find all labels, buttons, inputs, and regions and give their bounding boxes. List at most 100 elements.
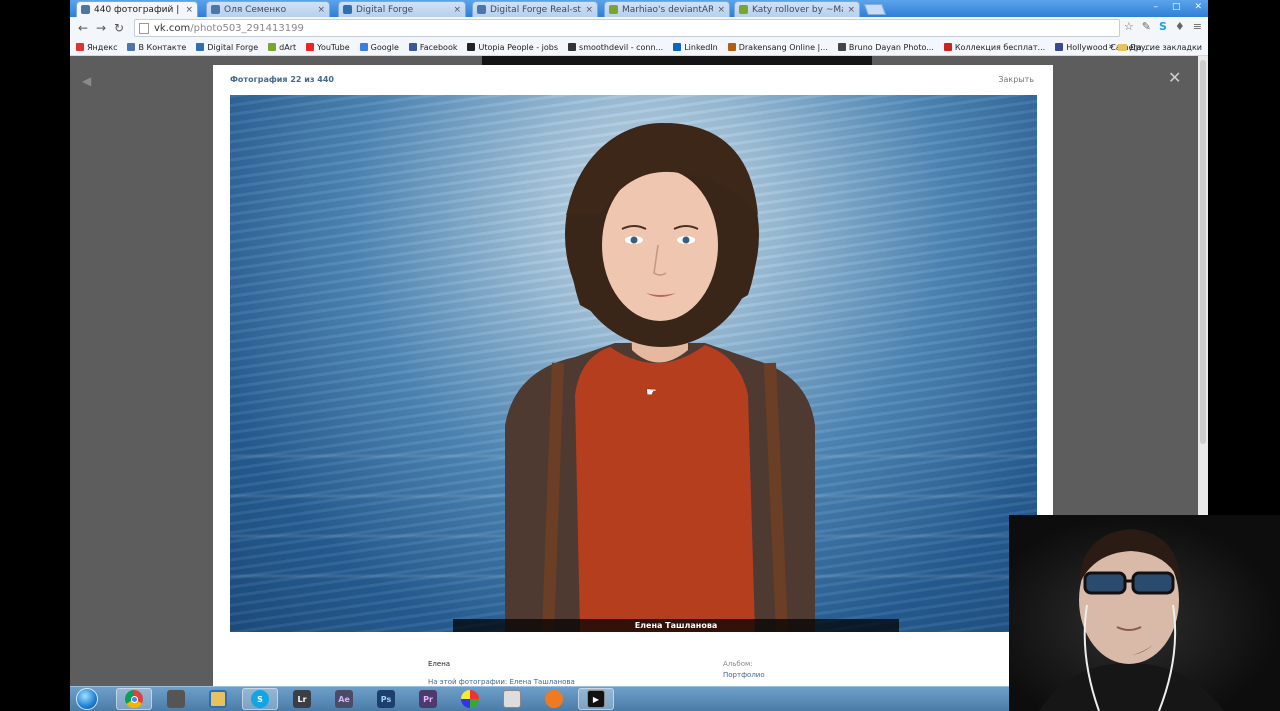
bookmark-yandex[interactable]: Яндекс <box>76 43 117 52</box>
other-bookmarks-folder[interactable]: Другие закладки <box>1117 43 1203 52</box>
maximize-button[interactable]: □ <box>1172 0 1181 14</box>
bookmark-smoothdevil[interactable]: smoothdevil - conn... <box>568 43 663 52</box>
background-photo-strip <box>482 56 872 65</box>
smoothdevil-icon <box>568 43 577 51</box>
taskbar-media-player[interactable]: ▶ <box>578 688 614 710</box>
google-icon <box>359 43 368 51</box>
tab-olya[interactable]: Оля Семенко × <box>206 1 330 17</box>
bookmark-star-icon[interactable]: ☆ <box>1124 20 1134 33</box>
bookmark-dart[interactable]: dArt <box>268 43 296 52</box>
picasa-icon <box>461 690 479 708</box>
portrait-photo[interactable]: ☛ Елена Ташланова <box>230 95 1037 632</box>
start-button[interactable] <box>76 688 98 710</box>
bookmark-label: Google <box>370 42 399 52</box>
folder-explorer-icon <box>209 690 227 708</box>
bookmark-vkontakte[interactable]: В Контакте <box>127 43 186 52</box>
tab-deviantart-gallery[interactable]: Marhiao's deviantART Ga × <box>604 1 730 17</box>
bookmark-label: Bruno Dayan Photo... <box>848 42 934 52</box>
bookmark-collection[interactable]: Коллекция бесплат... <box>943 43 1045 52</box>
tab-close-icon[interactable]: × <box>585 5 593 15</box>
extension-pen-icon[interactable]: ✎ <box>1142 20 1151 33</box>
bookmark-digital-forge[interactable]: Digital Forge <box>196 43 258 52</box>
address-bar[interactable]: vk.com/photo503_291413199 <box>134 19 1120 37</box>
taskbar-premiere[interactable]: Pr <box>410 688 446 710</box>
previous-photo-arrow-icon[interactable]: ◀ <box>82 74 91 88</box>
skype-extension-icon[interactable]: S <box>1159 20 1167 33</box>
taskbar-photoshop[interactable]: Ps <box>368 688 404 710</box>
digital-forge-favicon-icon <box>343 5 352 14</box>
taskbar-calendar[interactable] <box>494 688 530 710</box>
browser-toolbar: ← → ↻ vk.com/photo503_291413199 ☆ ✎ S ♦ … <box>70 17 1208 39</box>
bookmark-linkedin[interactable]: LinkedIn <box>673 43 718 52</box>
scrollbar-thumb[interactable] <box>1200 60 1206 444</box>
after-effects-icon: Ae <box>335 690 353 708</box>
tagged-people[interactable]: На этой фотографии: Елена Ташланова <box>428 678 575 686</box>
album-label: Альбом: <box>723 660 753 668</box>
taskbar-origin[interactable] <box>536 688 572 710</box>
taskbar-chrome[interactable] <box>116 688 152 710</box>
window-controls: – □ ✕ <box>1153 0 1202 14</box>
minimize-button[interactable]: – <box>1153 0 1158 14</box>
url-path: /photo503_291413199 <box>190 22 304 34</box>
new-tab-button[interactable] <box>863 4 887 15</box>
bookmark-utopia[interactable]: Utopia People - jobs <box>467 43 558 52</box>
bookmark-bruno-dayan[interactable]: Bruno Dayan Photo... <box>837 42 934 52</box>
taskbar-after-effects[interactable]: Ae <box>326 688 362 710</box>
bookmark-label: Drakensang Online |... <box>738 42 828 52</box>
digital-forge-icon <box>196 43 205 51</box>
bookmark-label: YouTube <box>317 42 350 52</box>
bookmarks-overflow-chevron-icon[interactable]: » <box>1108 42 1114 52</box>
vk-favicon-icon <box>477 5 486 14</box>
chrome-menu-icon[interactable]: ≡ <box>1193 20 1202 33</box>
tab-title: Оля Семенко <box>224 4 287 15</box>
tab-close-icon[interactable]: × <box>185 5 193 15</box>
lightroom-icon: Lr <box>293 690 311 708</box>
tab-close-icon[interactable]: × <box>717 5 725 15</box>
tab-vk-photos[interactable]: 440 фотографий | Портф × <box>76 1 198 17</box>
skype-icon: S <box>251 690 269 708</box>
tab-digital-forge[interactable]: Digital Forge × <box>338 1 466 17</box>
tab-katy-rollover[interactable]: Katy rollover by ~Marhiao × <box>734 1 860 17</box>
photoshop-icon: Ps <box>377 690 395 708</box>
close-window-button[interactable]: ✕ <box>1194 0 1202 14</box>
deviantart-favicon-icon <box>609 5 618 14</box>
tab-close-icon[interactable]: × <box>453 5 461 15</box>
folder-icon <box>1117 44 1127 51</box>
close-viewer-icon[interactable]: ✕ <box>1168 70 1181 86</box>
forward-button[interactable]: → <box>92 21 110 35</box>
taskbar-picasa[interactable] <box>452 688 488 710</box>
collection-icon <box>943 43 952 51</box>
taskbar-game[interactable] <box>158 688 194 710</box>
bookmark-google[interactable]: Google <box>359 42 399 52</box>
bookmark-drakensang[interactable]: Drakensang Online |... <box>727 42 828 52</box>
bookmark-facebook[interactable]: Facebook <box>408 43 457 52</box>
back-button[interactable]: ← <box>74 21 92 35</box>
taskbar-skype[interactable]: S <box>242 688 278 710</box>
bookmarks-bar: Яндекс В Контакте Digital Forge dArt You… <box>70 39 1208 56</box>
vk-icon <box>127 43 136 51</box>
bookmark-youtube[interactable]: YouTube <box>306 43 350 52</box>
bd-icon <box>837 43 846 51</box>
hand-cursor-icon: ☛ <box>646 385 657 399</box>
taskbar-lightroom[interactable]: Lr <box>284 688 320 710</box>
utopia-icon <box>467 43 476 51</box>
taskbar-explorer[interactable] <box>200 688 236 710</box>
bookmark-label: dArt <box>279 42 297 52</box>
reload-button[interactable]: ↻ <box>110 21 128 35</box>
tab-title: 440 фотографий | Портф <box>94 4 181 15</box>
album-link[interactable]: Портфолио <box>723 671 765 679</box>
media-player-icon: ▶ <box>587 690 605 708</box>
url-host: vk.com <box>154 22 191 34</box>
tab-close-icon[interactable]: × <box>317 5 325 15</box>
deviantart-icon <box>268 43 277 51</box>
photo-counter: Фотография 22 из 440 <box>230 75 334 84</box>
extension-diamond-icon[interactable]: ♦ <box>1175 20 1185 33</box>
tab-title: Digital Forge Real-stream <box>490 4 581 15</box>
tab-title: Marhiao's deviantART Ga <box>622 4 714 15</box>
photo-caption: Елена Ташланова <box>453 619 899 632</box>
other-bookmarks-label: Другие закладки <box>1129 43 1203 52</box>
close-link[interactable]: Закрыть <box>998 75 1034 84</box>
tab-digital-forge-stream[interactable]: Digital Forge Real-stream × <box>472 1 598 17</box>
tab-close-icon[interactable]: × <box>847 5 855 15</box>
yandex-icon <box>76 43 84 51</box>
